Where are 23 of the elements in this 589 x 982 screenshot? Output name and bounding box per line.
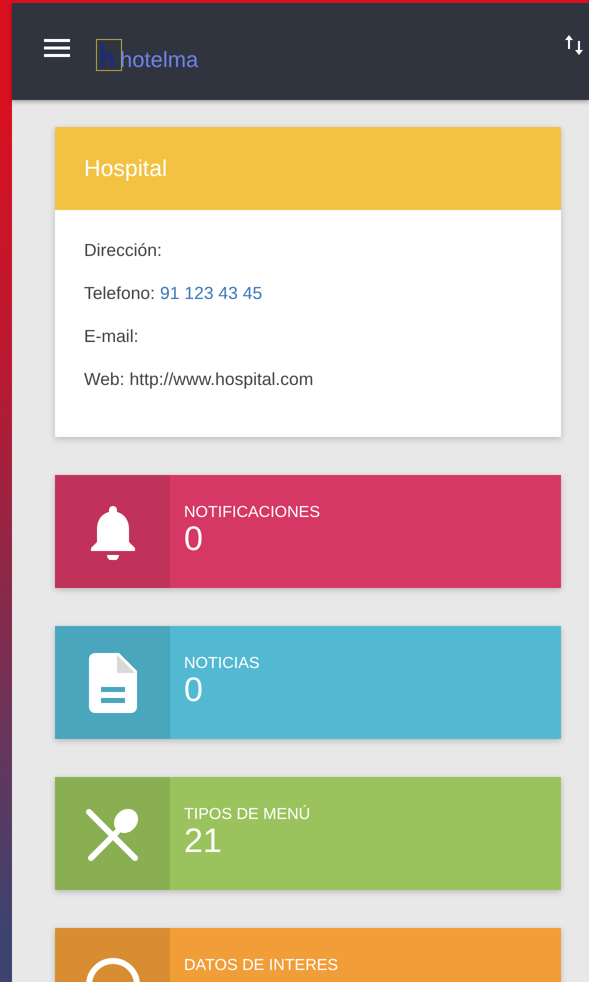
field-label: E-mail: <box>84 326 138 347</box>
field-label: Dirección: <box>84 240 162 261</box>
phone-link[interactable]: 91 123 43 45 <box>160 283 262 304</box>
stat-card[interactable]: NOTICIAS 0 <box>55 626 561 739</box>
stat-card[interactable]: DATOS DE INTERES <box>55 928 561 982</box>
field-label: Web: <box>84 369 125 390</box>
stat-count: 21 <box>184 824 223 860</box>
document-icon <box>88 652 136 712</box>
menu-icon[interactable] <box>44 38 70 56</box>
logo-icon <box>96 38 122 70</box>
stat-card[interactable]: NOTIFICACIONES 0 <box>55 475 561 588</box>
stat-card[interactable]: TIPOS DE MENÚ 21 <box>55 777 561 890</box>
hotel-name: Hospital <box>84 155 168 182</box>
bell-icon <box>88 504 136 560</box>
stat-title: NOTIFICACIONES <box>184 504 320 522</box>
field-value: http://www.hospital.com <box>130 369 314 390</box>
field-label: Telefono: <box>84 283 156 304</box>
sort-icon[interactable] <box>564 32 584 56</box>
stat-title: TIPOS DE MENÚ <box>184 806 310 824</box>
stat-title: NOTICIAS <box>184 655 260 673</box>
stat-count: 0 <box>184 673 204 709</box>
stat-count: 0 <box>184 522 204 558</box>
stat-title: DATOS DE INTERES <box>184 957 338 975</box>
